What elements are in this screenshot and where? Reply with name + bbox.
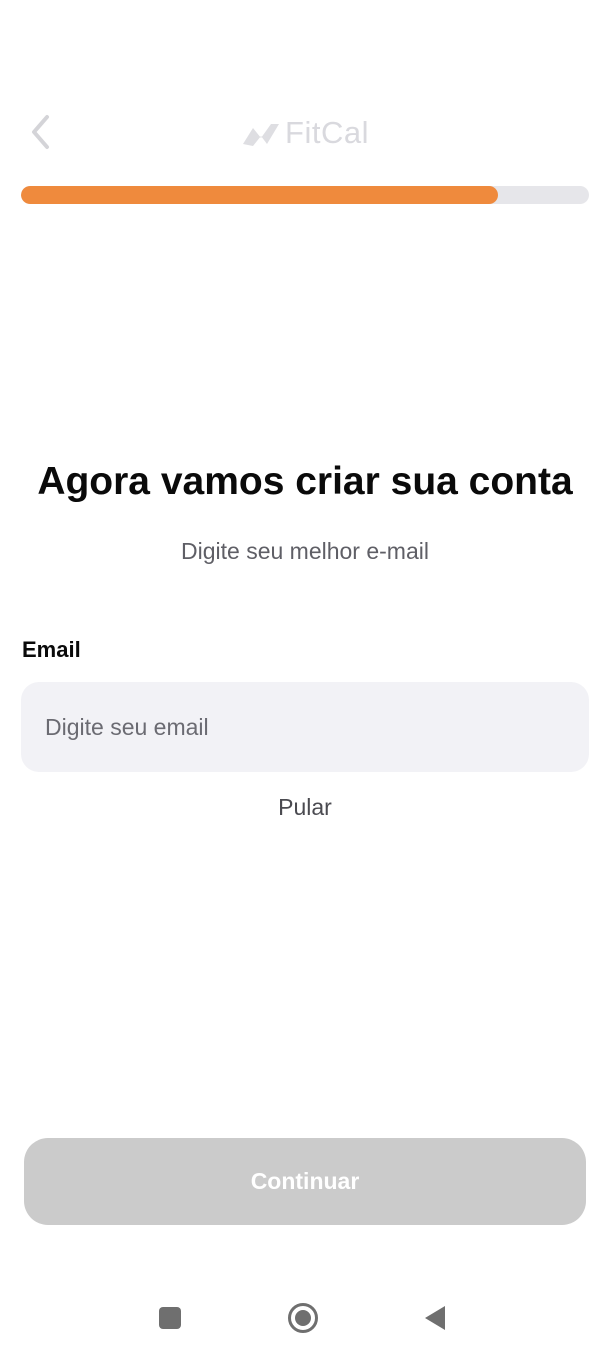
brand-name: FitCal (285, 115, 369, 150)
page-subtitle: Digite seu melhor e-mail (181, 538, 429, 564)
square-recents-icon (159, 1307, 181, 1329)
system-nav-bar (0, 1290, 610, 1346)
progress-fill (21, 186, 499, 204)
progress-bar (21, 186, 589, 204)
recents-button[interactable] (142, 1290, 198, 1346)
email-label: Email (22, 637, 81, 662)
signup-email-screen: FitCal Agora vamos criar sua conta Digit… (0, 0, 610, 1356)
fitcal-logo-icon (243, 124, 280, 146)
continue-button[interactable]: Continuar (24, 1138, 586, 1225)
system-back-button[interactable] (407, 1290, 463, 1346)
triangle-back-icon (425, 1306, 445, 1330)
brand-header: FitCal (0, 110, 610, 156)
home-button[interactable] (275, 1290, 331, 1346)
email-input[interactable] (21, 682, 589, 772)
circle-home-icon (288, 1303, 318, 1333)
page-title: Agora vamos criar sua conta (37, 460, 573, 503)
skip-link[interactable]: Pular (0, 794, 610, 821)
